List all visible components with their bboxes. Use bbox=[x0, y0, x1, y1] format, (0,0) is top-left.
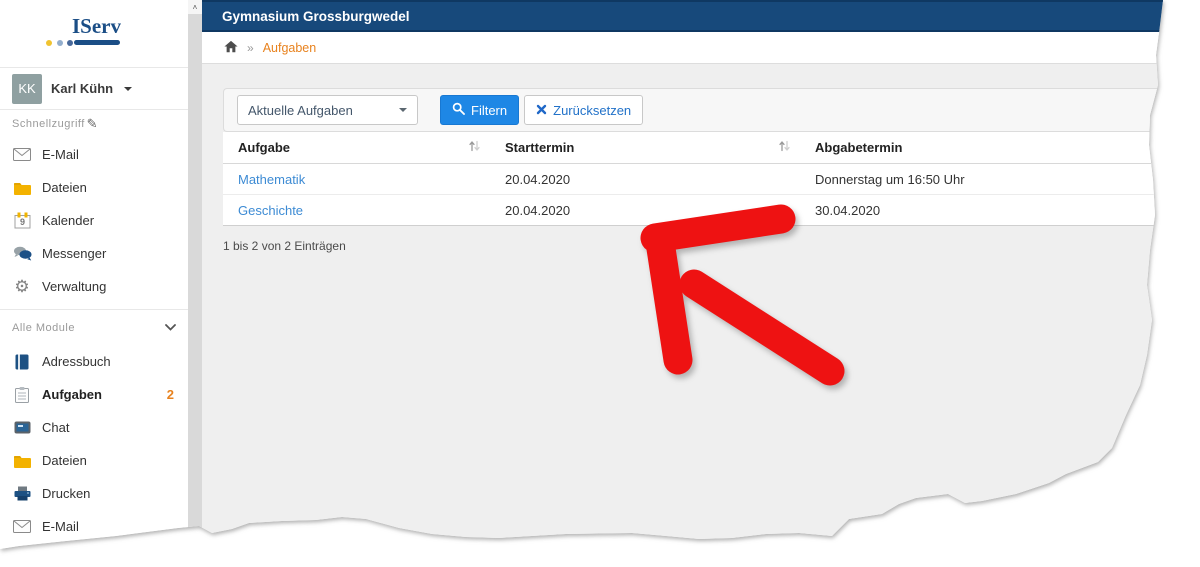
sidebar-item-verwaltung[interactable]: ⚙ Verwaltung bbox=[0, 270, 188, 303]
book-icon bbox=[12, 354, 32, 370]
logo-dot-yellow bbox=[46, 40, 52, 46]
sidebar-item-label: Adressbuch bbox=[42, 354, 111, 369]
torn-screenshot-wrapper: IServ KK Karl Kühn Schnellzugriff ✎ E-Ma… bbox=[0, 0, 1200, 567]
monitor-icon bbox=[12, 421, 32, 435]
sidebar-item-label: Dateien bbox=[42, 180, 87, 195]
sidebar-item-label: Messenger bbox=[42, 246, 106, 261]
due-date: 30.04.2020 bbox=[815, 203, 880, 218]
clipboard-icon bbox=[12, 387, 32, 403]
due-date: Donnerstag um 16:50 Uhr bbox=[815, 172, 965, 187]
quick-access-label: Schnellzugriff bbox=[12, 118, 85, 130]
gear-icon: ⚙ bbox=[12, 278, 32, 295]
logo-text: IServ bbox=[72, 14, 121, 39]
dropdown-selected-value: Aktuelle Aufgaben bbox=[248, 103, 399, 118]
chat-bubbles-icon bbox=[12, 246, 32, 261]
sidebar-scrollbar[interactable]: ˄ bbox=[188, 0, 202, 567]
calendar-day: 9 bbox=[19, 217, 24, 227]
sort-icon[interactable] bbox=[469, 140, 480, 155]
calendar-icon: 9 bbox=[12, 212, 32, 229]
logo-dot-blue bbox=[67, 40, 73, 46]
quick-access-header: Schnellzugriff ✎ bbox=[0, 110, 188, 138]
school-header-bar: Gymnasium Grossburgwedel bbox=[202, 0, 1200, 32]
content: Aktuelle Aufgaben Filtern Zurücksetzen bbox=[202, 64, 1200, 253]
user-menu[interactable]: KK Karl Kühn bbox=[0, 68, 188, 110]
sidebar-item-label: E-Mail bbox=[42, 519, 79, 534]
sidebar-item-messenger[interactable]: Messenger bbox=[0, 237, 188, 270]
avatar: KK bbox=[12, 74, 42, 104]
page: IServ KK Karl Kühn Schnellzugriff ✎ E-Ma… bbox=[0, 0, 1200, 567]
filter-button[interactable]: Filtern bbox=[440, 95, 519, 125]
task-link-mathematik[interactable]: Mathematik bbox=[238, 172, 305, 187]
aufgaben-count-badge: 2 bbox=[167, 387, 176, 402]
sidebar-item-email-module[interactable]: E-Mail bbox=[0, 510, 188, 543]
caret-down-icon bbox=[124, 87, 132, 91]
sidebar-item-kalender[interactable]: 9 Kalender bbox=[0, 204, 188, 237]
main-area: Gymnasium Grossburgwedel » Aufgaben Aktu… bbox=[202, 0, 1200, 567]
sidebar-item-label: Kalender bbox=[42, 213, 94, 228]
chevron-down-icon bbox=[165, 322, 176, 334]
sidebar-item-label: Chat bbox=[42, 420, 69, 435]
user-name: Karl Kühn bbox=[51, 81, 113, 96]
iserv-logo[interactable]: IServ bbox=[0, 0, 188, 68]
sort-icon[interactable] bbox=[779, 140, 790, 155]
sidebar-item-label: Drucken bbox=[42, 486, 90, 501]
filter-button-label: Filtern bbox=[471, 103, 507, 118]
breadcrumb-separator: » bbox=[247, 41, 254, 55]
home-icon[interactable] bbox=[224, 40, 238, 56]
sidebar-item-label: Aufgaben bbox=[42, 387, 157, 402]
column-header-starttermin[interactable]: Starttermin bbox=[490, 140, 800, 155]
folder-icon bbox=[12, 454, 32, 468]
sidebar-item-aufgaben[interactable]: Aufgaben 2 bbox=[0, 378, 188, 411]
reset-button-label: Zurücksetzen bbox=[553, 103, 631, 118]
task-link-geschichte[interactable]: Geschichte bbox=[238, 203, 303, 218]
x-icon bbox=[536, 103, 547, 118]
breadcrumb-current[interactable]: Aufgaben bbox=[263, 41, 317, 55]
entries-summary: 1 bis 2 von 2 Einträgen bbox=[223, 239, 1200, 253]
table-row: Mathematik 20.04.2020 Donnerstag um 16:5… bbox=[223, 164, 1200, 195]
tasks-table: Aufgabe Starttermin Abgabetermin bbox=[223, 132, 1200, 226]
logo-dot-lightblue bbox=[57, 40, 63, 46]
folder-icon bbox=[12, 181, 32, 195]
sidebar-item-dateien[interactable]: Dateien bbox=[0, 171, 188, 204]
sidebar-item-email[interactable]: E-Mail bbox=[0, 138, 188, 171]
breadcrumb: » Aufgaben bbox=[202, 32, 1200, 64]
sidebar-item-label: Verwaltung bbox=[42, 279, 106, 294]
all-modules-label: Alle Module bbox=[12, 322, 75, 334]
sidebar: IServ KK Karl Kühn Schnellzugriff ✎ E-Ma… bbox=[0, 0, 188, 567]
column-header-abgabetermin[interactable]: Abgabetermin bbox=[800, 140, 1200, 155]
scroll-up-icon[interactable]: ˄ bbox=[188, 0, 202, 14]
sidebar-item-dateien-module[interactable]: Dateien bbox=[0, 444, 188, 477]
printer-icon bbox=[12, 486, 32, 501]
column-header-aufgabe[interactable]: Aufgabe bbox=[223, 140, 490, 155]
start-date: 20.04.2020 bbox=[505, 172, 570, 187]
filter-panel: Aktuelle Aufgaben Filtern Zurücksetzen bbox=[223, 88, 1200, 132]
sidebar-item-adressbuch[interactable]: Adressbuch bbox=[0, 345, 188, 378]
task-filter-dropdown[interactable]: Aktuelle Aufgaben bbox=[237, 95, 418, 125]
chevron-down-icon bbox=[399, 108, 407, 112]
school-name: Gymnasium Grossburgwedel bbox=[222, 9, 410, 24]
envelope-icon bbox=[12, 520, 32, 533]
start-date: 20.04.2020 bbox=[505, 203, 570, 218]
sidebar-item-label: Dateien bbox=[42, 453, 87, 468]
table-row: Geschichte 20.04.2020 30.04.2020 bbox=[223, 195, 1200, 226]
sidebar-item-drucken[interactable]: Drucken bbox=[0, 477, 188, 510]
envelope-icon bbox=[12, 148, 32, 161]
search-icon bbox=[452, 102, 465, 118]
reset-button[interactable]: Zurücksetzen bbox=[524, 95, 643, 125]
table-header-row: Aufgabe Starttermin Abgabetermin bbox=[223, 132, 1200, 164]
sidebar-item-label: E-Mail bbox=[42, 147, 79, 162]
sidebar-item-chat[interactable]: Chat bbox=[0, 411, 188, 444]
logo-underline bbox=[74, 40, 120, 45]
pencil-icon[interactable]: ✎ bbox=[87, 116, 98, 132]
all-modules-header[interactable]: Alle Module bbox=[0, 309, 188, 345]
